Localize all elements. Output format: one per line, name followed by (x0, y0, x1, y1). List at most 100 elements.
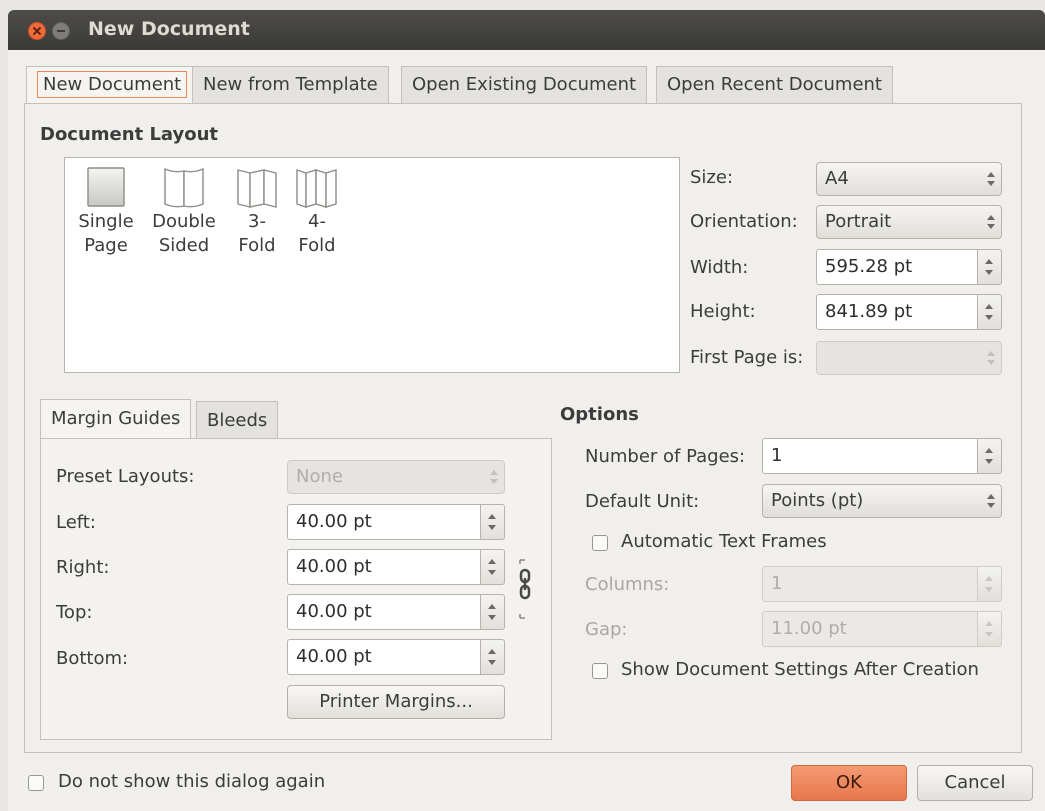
default-unit-label: Default Unit: (585, 491, 700, 512)
spin-down-icon[interactable] (985, 315, 993, 320)
spin-up-icon[interactable] (985, 259, 993, 264)
width-field[interactable]: 595.28 pt (816, 249, 978, 285)
tab-open-existing-document[interactable]: Open Existing Document (401, 66, 648, 104)
height-spin-buttons[interactable] (978, 294, 1002, 330)
tab-open-recent-document[interactable]: Open Recent Document (656, 66, 893, 104)
number-of-pages-field[interactable]: 1 (762, 438, 978, 474)
number-of-pages-spin-buttons[interactable] (978, 438, 1002, 474)
four-fold-icon (296, 169, 337, 208)
size-select[interactable]: A4 (816, 162, 1002, 196)
layout-label-line1: Double (152, 211, 216, 232)
height-stepper[interactable]: 841.89 pt (816, 294, 1002, 330)
spin-down-icon[interactable] (985, 459, 993, 464)
spin-down-icon[interactable] (985, 587, 993, 592)
preset-layouts-select[interactable]: None (287, 460, 505, 494)
ok-button[interactable]: OK (791, 765, 907, 801)
preset-layouts-value: None (296, 466, 343, 487)
bottom-margin-label: Bottom: (56, 648, 129, 669)
layout-4-fold[interactable]: 4- Fold (291, 166, 343, 258)
window-title: New Document (88, 18, 250, 40)
width-spin-buttons[interactable] (978, 249, 1002, 285)
spin-up-icon[interactable] (985, 448, 993, 453)
tab-new-document[interactable]: New Document (26, 66, 199, 104)
first-page-label: First Page is: (690, 347, 804, 368)
spin-up-icon[interactable] (488, 604, 496, 609)
columns-field[interactable]: 1 (762, 566, 978, 602)
spin-down-icon[interactable] (488, 615, 496, 620)
top-margin-stepper[interactable]: 40.00 pt (287, 594, 505, 630)
gap-stepper[interactable]: 11.00 pt (762, 611, 1002, 647)
do-not-show-again-label[interactable]: Do not show this dialog again (58, 771, 325, 792)
layout-label-line1: 4- (308, 211, 326, 232)
close-icon[interactable] (28, 22, 46, 40)
top-margin-label: Top: (56, 602, 93, 623)
height-field[interactable]: 841.89 pt (816, 294, 978, 330)
bottom-margin-stepper[interactable]: 40.00 pt (287, 639, 505, 675)
default-unit-value: Points (pt) (771, 490, 864, 511)
spin-up-icon[interactable] (488, 514, 496, 519)
minimize-icon[interactable] (52, 22, 70, 40)
show-document-settings-checkbox[interactable] (592, 663, 608, 679)
dropdown-arrows-icon (987, 171, 995, 187)
right-margin-field[interactable]: 40.00 pt (287, 549, 481, 585)
number-of-pages-label: Number of Pages: (585, 446, 746, 467)
layout-label-line2: Fold (238, 235, 276, 256)
spin-down-icon[interactable] (488, 570, 496, 575)
layout-single-page[interactable]: Single Page (75, 166, 137, 258)
dropdown-arrows-icon (987, 350, 995, 366)
document-layout-list: Single Page Double Sided 3- Fold 4- Fold (64, 157, 680, 373)
layout-label-line1: 3- (248, 211, 266, 232)
width-stepper[interactable]: 595.28 pt (816, 249, 1002, 285)
spin-down-icon[interactable] (488, 660, 496, 665)
layout-3-fold[interactable]: 3- Fold (231, 166, 283, 258)
printer-margins-button[interactable]: Printer Margins... (287, 685, 505, 719)
columns-spin-buttons[interactable] (978, 566, 1002, 602)
gap-spin-buttons[interactable] (978, 611, 1002, 647)
first-page-select[interactable] (816, 341, 1002, 375)
gap-field[interactable]: 11.00 pt (762, 611, 978, 647)
spin-up-icon[interactable] (985, 304, 993, 309)
preset-layouts-label: Preset Layouts: (56, 466, 195, 487)
spin-down-icon[interactable] (985, 632, 993, 637)
number-of-pages-stepper[interactable]: 1 (762, 438, 1002, 474)
layout-double-sided[interactable]: Double Sided (149, 166, 219, 258)
link-margins-chain-icon[interactable] (516, 556, 534, 622)
do-not-show-again-checkbox[interactable] (28, 775, 44, 791)
height-label: Height: (690, 301, 756, 322)
gap-label: Gap: (585, 619, 628, 640)
tab-new-from-template[interactable]: New from Template (192, 66, 389, 104)
tab-bleeds[interactable]: Bleeds (196, 401, 279, 439)
bottom-margin-spin-buttons[interactable] (481, 639, 505, 675)
double-sided-icon (164, 167, 204, 208)
width-label: Width: (690, 257, 749, 278)
cancel-button[interactable]: Cancel (917, 765, 1033, 801)
top-margin-spin-buttons[interactable] (481, 594, 505, 630)
bottom-margin-field[interactable]: 40.00 pt (287, 639, 481, 675)
automatic-text-frames-checkbox[interactable] (592, 535, 608, 551)
left-margin-stepper[interactable]: 40.00 pt (287, 504, 505, 540)
tab-margin-guides[interactable]: Margin Guides (40, 399, 192, 439)
spin-up-icon[interactable] (488, 559, 496, 564)
show-document-settings-label[interactable]: Show Document Settings After Creation (621, 659, 979, 680)
orientation-value: Portrait (825, 211, 892, 232)
spin-up-icon[interactable] (985, 576, 993, 581)
right-margin-spin-buttons[interactable] (481, 549, 505, 585)
layout-label-line2: Fold (298, 235, 336, 256)
automatic-text-frames-label[interactable]: Automatic Text Frames (621, 531, 827, 552)
three-fold-icon (237, 169, 277, 208)
orientation-select[interactable]: Portrait (816, 205, 1002, 239)
left-margin-field[interactable]: 40.00 pt (287, 504, 481, 540)
default-unit-select[interactable]: Points (pt) (762, 484, 1002, 518)
layout-label-line1: Single (78, 211, 134, 232)
spin-up-icon[interactable] (488, 649, 496, 654)
columns-stepper[interactable]: 1 (762, 566, 1002, 602)
spin-down-icon[interactable] (985, 270, 993, 275)
tab-label: New Document (37, 71, 188, 98)
right-margin-stepper[interactable]: 40.00 pt (287, 549, 505, 585)
left-margin-spin-buttons[interactable] (481, 504, 505, 540)
size-value: A4 (825, 168, 849, 189)
spin-up-icon[interactable] (985, 621, 993, 626)
document-layout-heading: Document Layout (40, 124, 219, 145)
top-margin-field[interactable]: 40.00 pt (287, 594, 481, 630)
spin-down-icon[interactable] (488, 525, 496, 530)
